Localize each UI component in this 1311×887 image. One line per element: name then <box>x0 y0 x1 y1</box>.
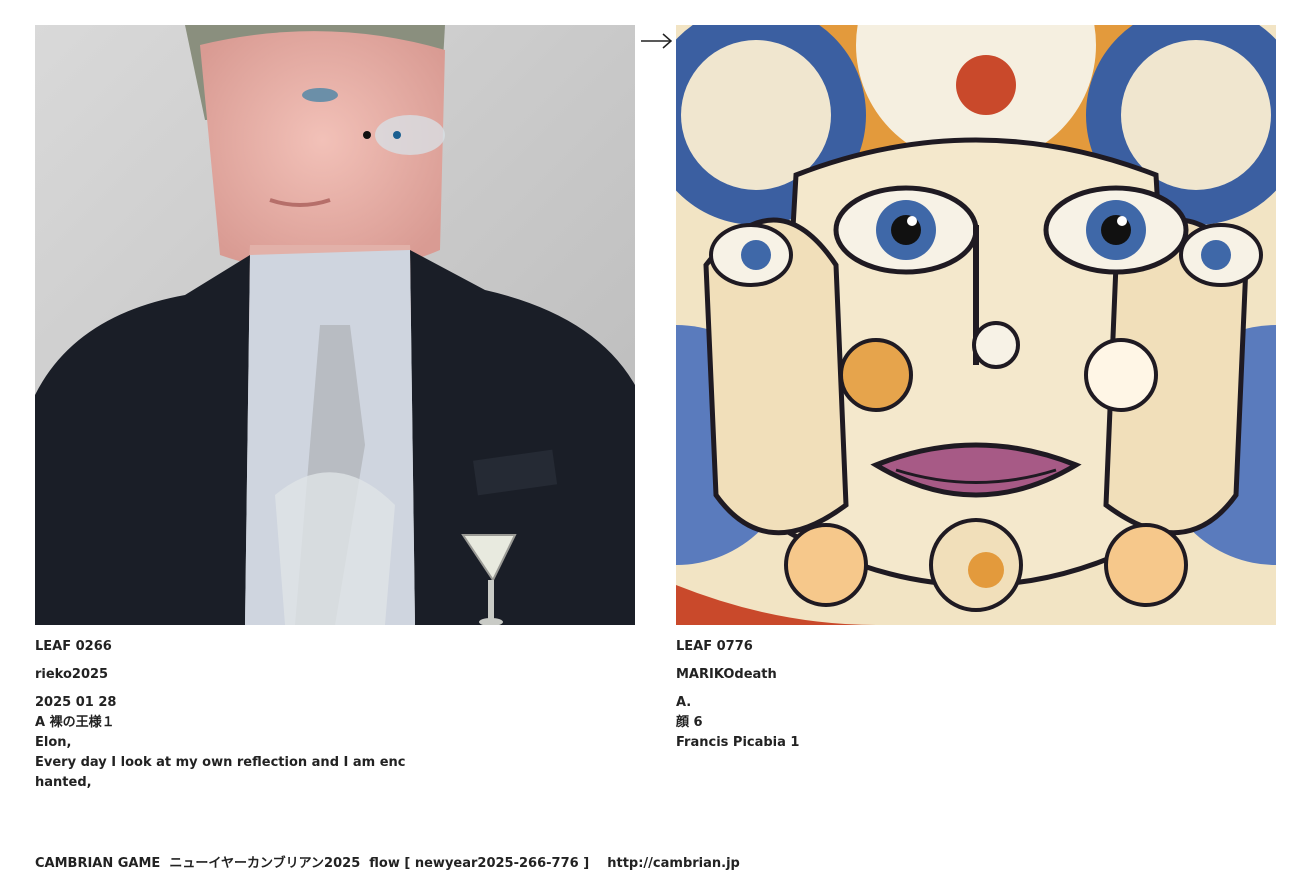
right-arrow-icon <box>641 33 673 49</box>
left-leaf-id[interactable]: LEAF 0266 <box>35 637 635 657</box>
left-leaf-panel: LEAF 0266 rieko2025 2025 01 28 A 裸の王様１ E… <box>35 25 635 793</box>
right-leaf-image[interactable] <box>676 25 1276 625</box>
left-leaf-line: hanted, <box>35 775 92 790</box>
left-leaf-image[interactable] <box>35 25 635 625</box>
left-leaf-date: 2025 01 28 <box>35 695 117 710</box>
left-leaf-line: Elon, <box>35 735 72 750</box>
right-leaf-line: 顔 6 <box>676 715 703 730</box>
left-leaf-author[interactable]: rieko2025 <box>35 665 635 685</box>
left-leaf-line: A 裸の王様１ <box>35 715 115 730</box>
right-leaf-panel: LEAF 0776 MARIKOdeath A. 顔 6 Francis Pic… <box>676 25 1276 753</box>
left-leaf-meta: LEAF 0266 rieko2025 2025 01 28 A 裸の王様１ E… <box>35 637 635 793</box>
footer-text[interactable]: CAMBRIAN GAME ニューイヤーカンブリアン2025 flow [ ne… <box>35 852 740 871</box>
right-leaf-meta: LEAF 0776 MARIKOdeath A. 顔 6 Francis Pic… <box>676 637 1276 753</box>
right-leaf-line: Francis Picabia 1 <box>676 735 800 750</box>
right-leaf-line: A. <box>676 695 692 710</box>
right-leaf-author[interactable]: MARIKOdeath <box>676 665 1276 685</box>
left-leaf-line: Every day I look at my own reflection an… <box>35 755 406 770</box>
right-leaf-id[interactable]: LEAF 0776 <box>676 637 1276 657</box>
